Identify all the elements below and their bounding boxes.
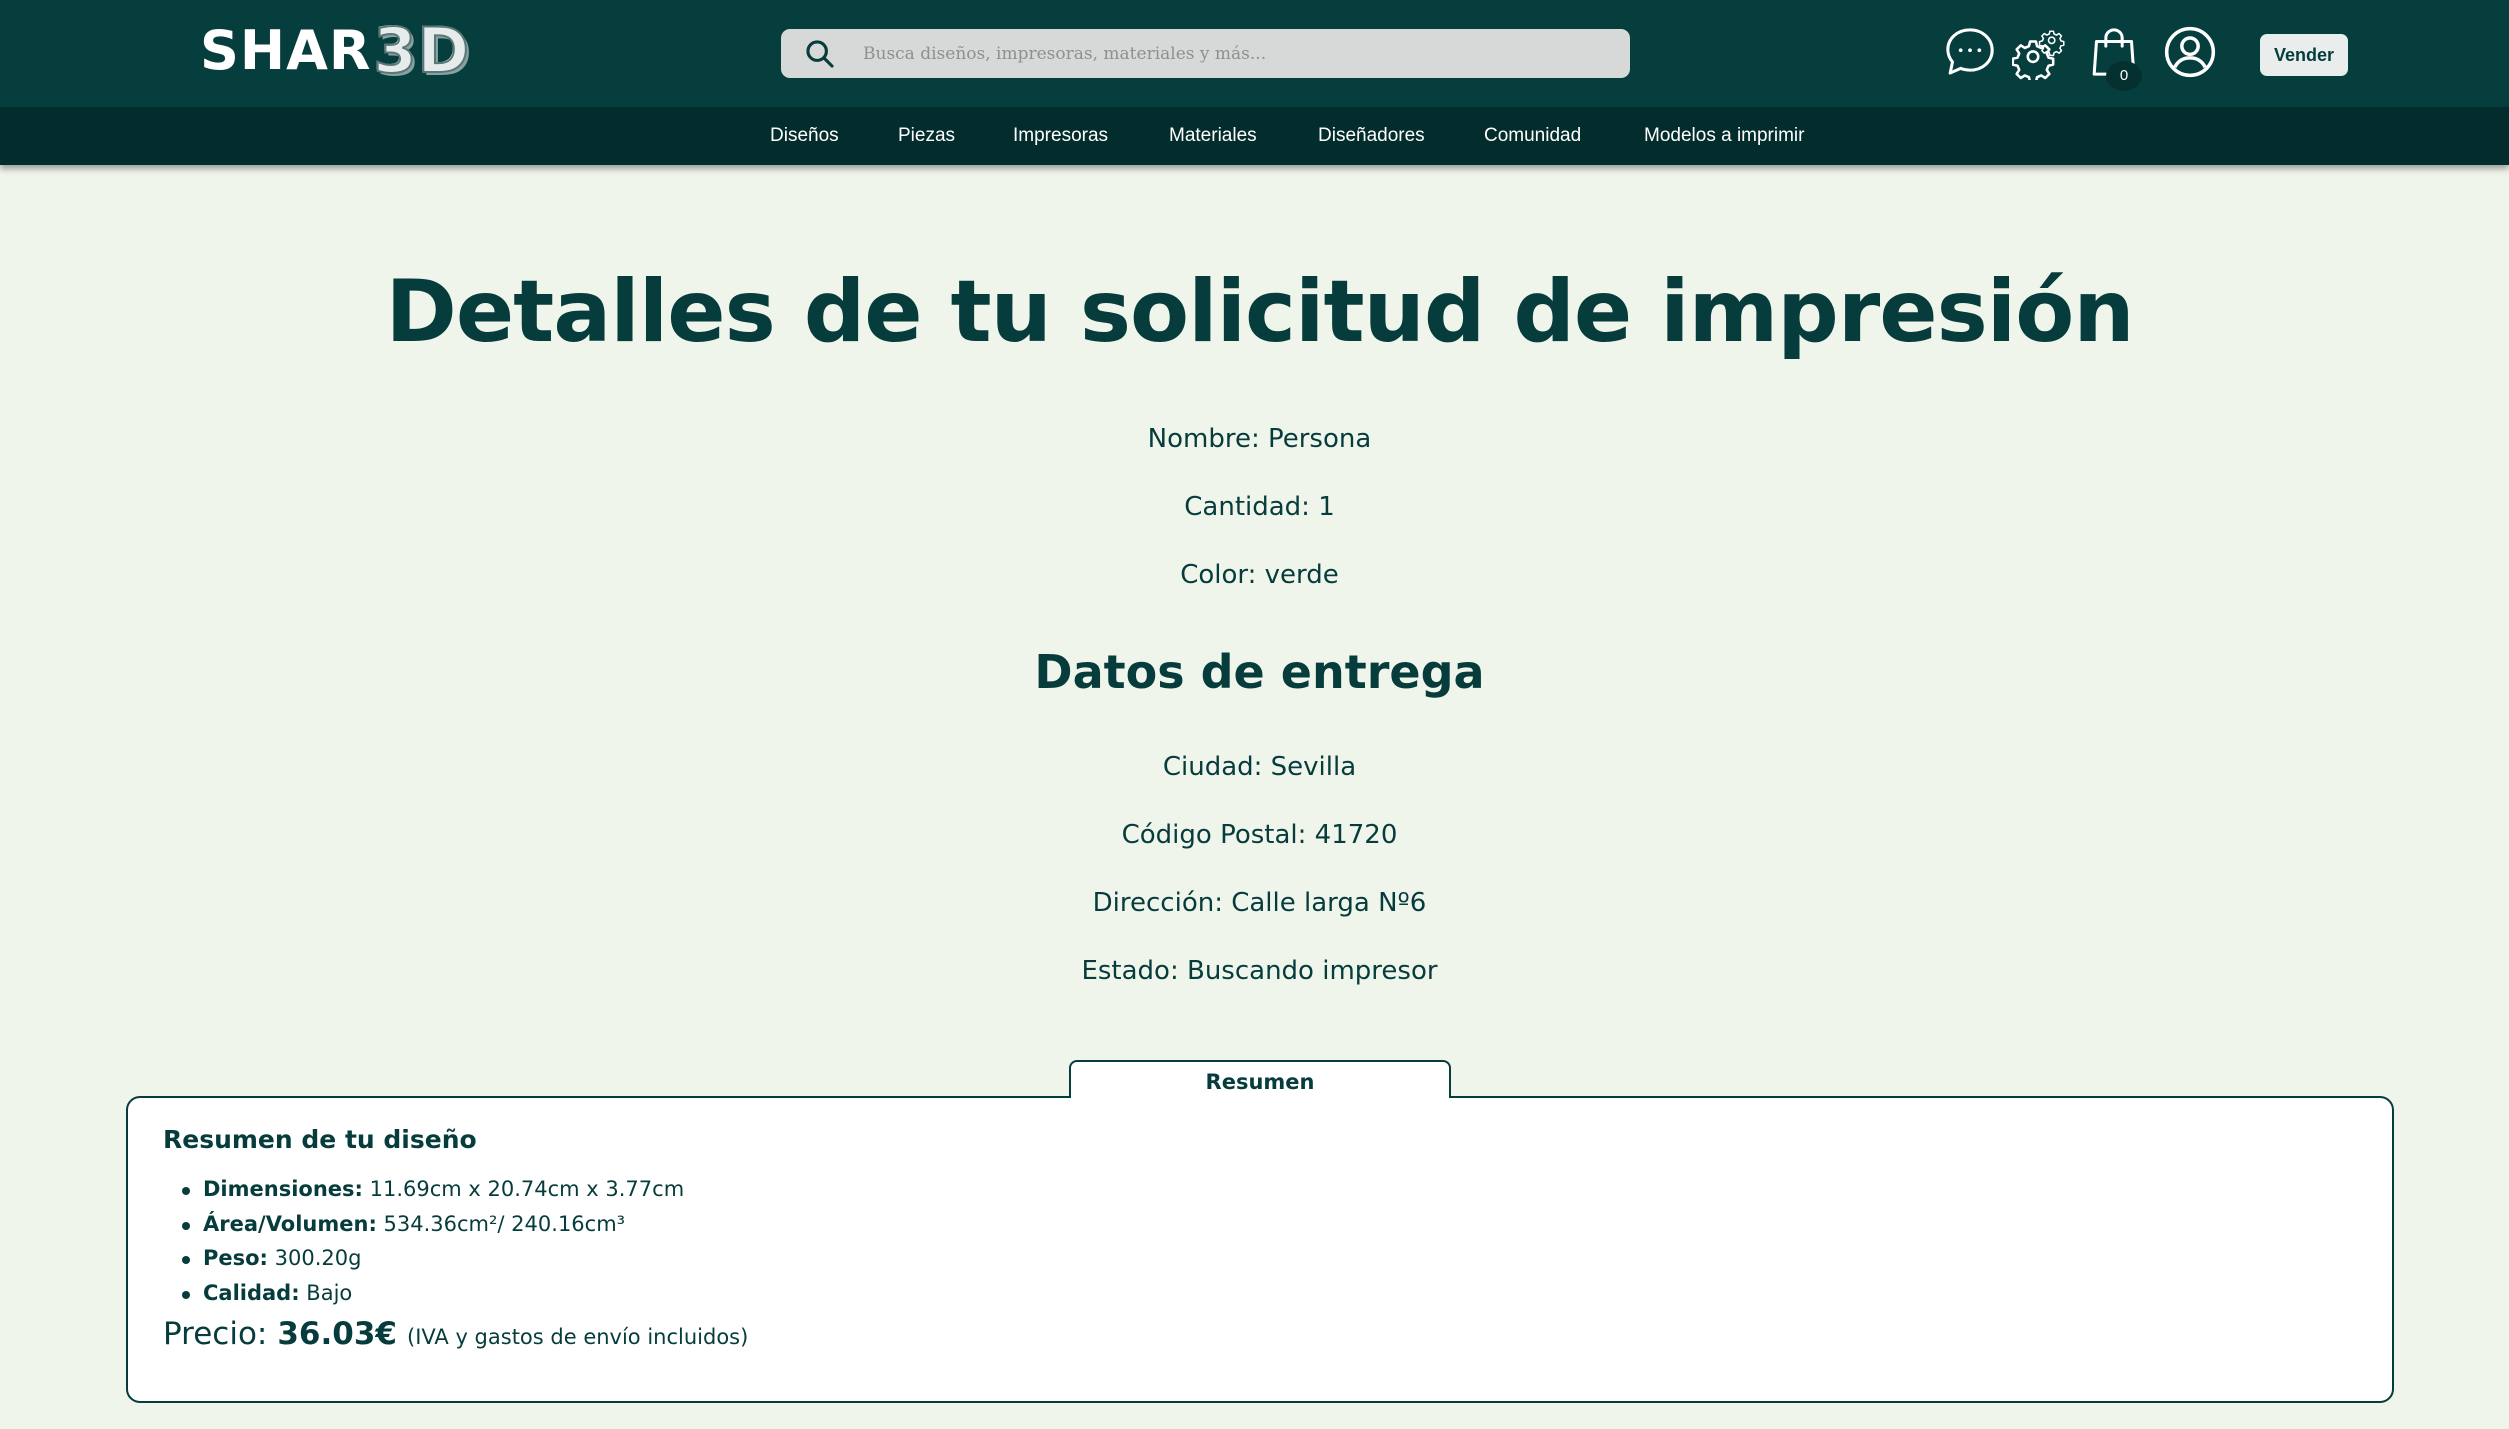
price-line: Precio: 36.03€ (IVA y gastos de envío in… xyxy=(163,1316,748,1352)
sell-button[interactable]: Vender xyxy=(2260,34,2348,76)
area-volume-label: Área/Volumen: xyxy=(203,1211,377,1236)
quality-label: Calidad: xyxy=(203,1280,300,1305)
price-note: (IVA y gastos de envío incluidos) xyxy=(407,1325,749,1349)
delivery-city: Ciudad: Sevilla xyxy=(1162,752,1357,782)
cart-count-badge: 0 xyxy=(2106,61,2142,91)
summary-quality: Calidad: Bajo xyxy=(182,1276,684,1311)
gears-icon[interactable] xyxy=(2011,24,2068,84)
delivery-address: Dirección: Calle larga Nº6 xyxy=(1092,888,1427,918)
logo-text: SHAR xyxy=(200,18,372,82)
nav-item-comunidad[interactable]: Comunidad xyxy=(1484,107,1581,165)
nav-item-impresoras[interactable]: Impresoras xyxy=(1013,107,1108,165)
area-volume-value: 534.36cm²/ 240.16cm³ xyxy=(376,1211,626,1236)
user-profile-icon[interactable] xyxy=(2162,24,2218,80)
search-icon[interactable] xyxy=(803,37,837,71)
logo-accent: 3D xyxy=(372,13,471,88)
chat-icon[interactable] xyxy=(1942,24,1998,80)
dimensions-label: Dimensiones: xyxy=(203,1177,363,1201)
delivery-title: Datos de entrega xyxy=(1034,645,1485,699)
summary-weight: Peso: 300.20g xyxy=(182,1241,684,1276)
site-logo[interactable]: SHAR 3D xyxy=(200,13,471,88)
price-value: 36.03€ xyxy=(277,1316,397,1352)
nav-item-disenos[interactable]: Diseños xyxy=(770,107,839,165)
tab-resumen[interactable]: Resumen xyxy=(1069,1060,1451,1098)
request-color: Color: verde xyxy=(1180,560,1339,590)
top-header: SHAR 3D Busca diseños, impresoras, mater… xyxy=(0,0,2509,107)
page-title: Detalles de tu solicitud de impresión xyxy=(385,262,2134,362)
summary-list: Dimensiones: 11.69cm x 20.74cm x 3.77cm … xyxy=(182,1172,684,1310)
summary-area-volume: Área/Volumen: 534.36cm²/ 240.16cm³ xyxy=(182,1207,684,1242)
request-name: Nombre: Persona xyxy=(1147,424,1372,454)
search-bar xyxy=(781,29,1630,78)
summary-dimensions: Dimensiones: 11.69cm x 20.74cm x 3.77cm xyxy=(182,1172,684,1207)
price-label: Precio: xyxy=(163,1316,268,1352)
nav-item-materiales[interactable]: Materiales xyxy=(1169,107,1257,165)
request-status: Estado: Buscando impresor xyxy=(1081,956,1438,986)
summary-heading: Resumen de tu diseño xyxy=(163,1125,477,1154)
category-nav: Diseños Piezas Impresoras Materiales Dis… xyxy=(0,107,2509,165)
nav-item-modelos-a-imprimir[interactable]: Modelos a imprimir xyxy=(1644,107,1804,165)
quality-value: Bajo xyxy=(299,1280,353,1305)
weight-label: Peso: xyxy=(203,1246,268,1270)
design-summary-card: Resumen de tu diseño Dimensiones: 11.69c… xyxy=(126,1096,2394,1403)
delivery-postal-code: Código Postal: 41720 xyxy=(1121,820,1398,850)
request-quantity: Cantidad: 1 xyxy=(1184,492,1335,522)
nav-item-disenadores[interactable]: Diseñadores xyxy=(1318,107,1425,165)
weight-value: 300.20g xyxy=(267,1246,362,1270)
nav-item-piezas[interactable]: Piezas xyxy=(898,107,955,165)
search-input[interactable] xyxy=(863,43,1603,64)
dimensions-value: 11.69cm x 20.74cm x 3.77cm xyxy=(362,1177,685,1201)
